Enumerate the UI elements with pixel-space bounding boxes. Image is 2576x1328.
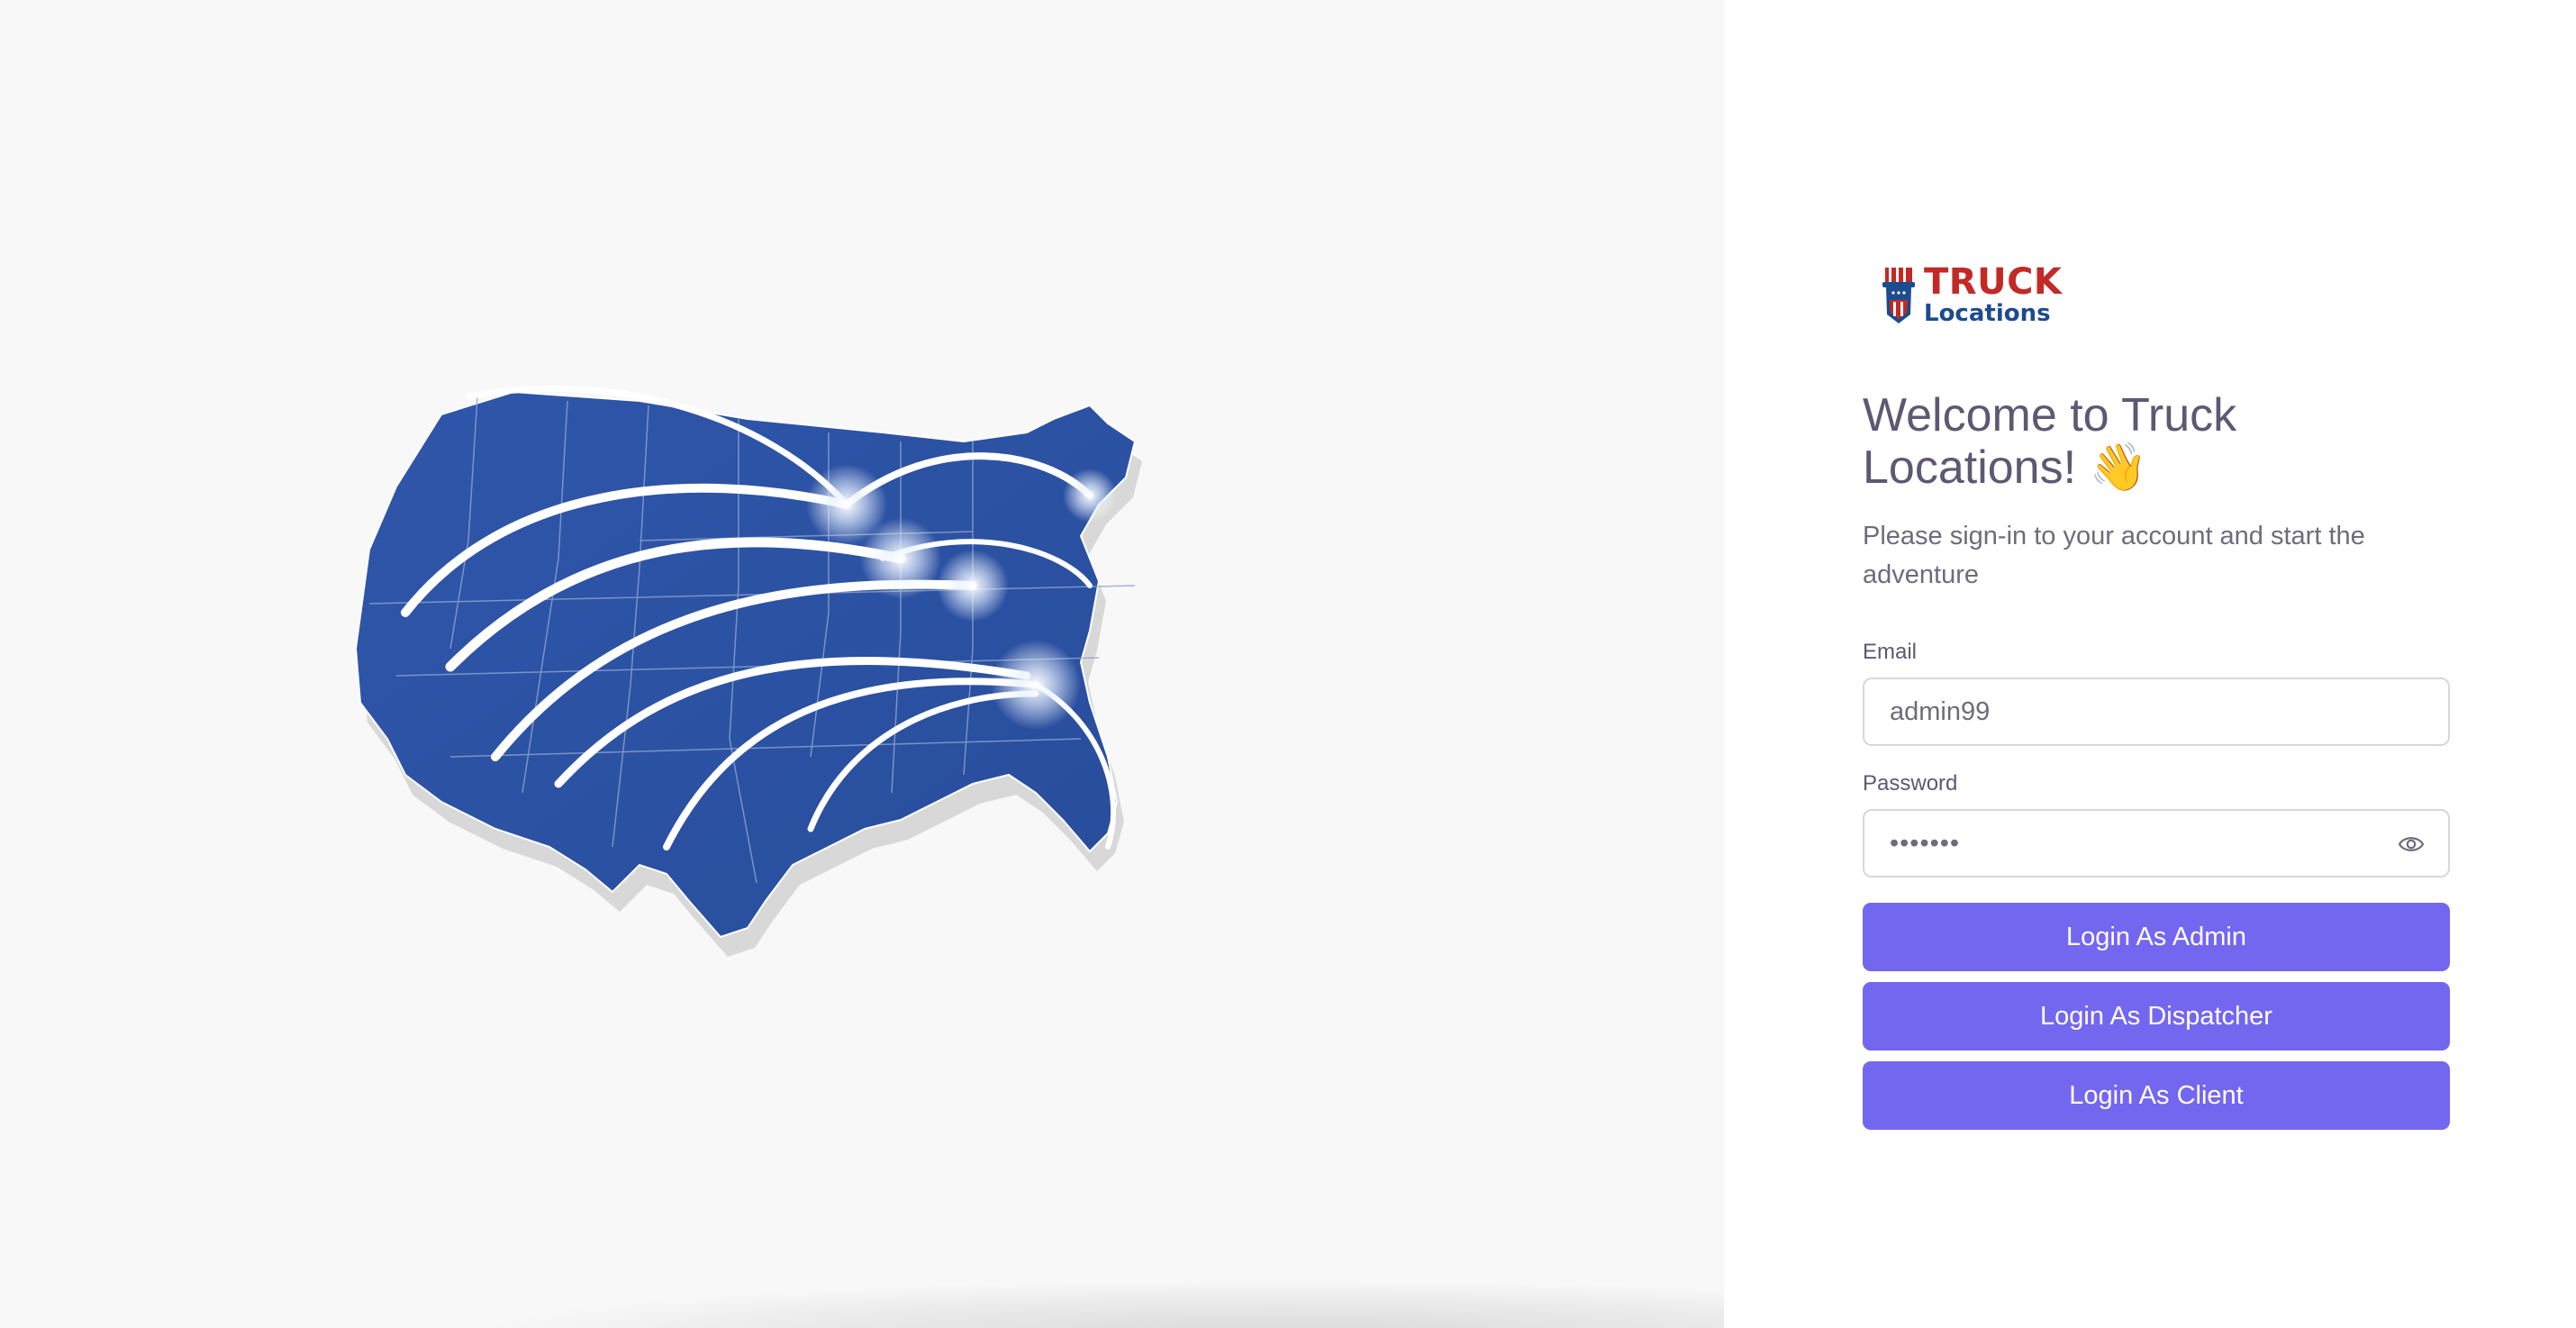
- email-field[interactable]: [1890, 696, 2423, 727]
- login-panel: TRUCK Locations Welcome to Truck Locatio…: [1724, 0, 2576, 1328]
- brand-name-line2: Locations: [1924, 300, 2051, 327]
- welcome-title: Welcome to Truck Locations! 👋: [1863, 389, 2237, 494]
- eye-icon[interactable]: [2398, 832, 2425, 856]
- login-page: TRUCK Locations Welcome to Truck Locatio…: [0, 0, 2576, 1328]
- login-as-dispatcher-button[interactable]: Login As Dispatcher: [1863, 982, 2450, 1051]
- illustration-panel: [0, 0, 1724, 1328]
- brand-logo[interactable]: TRUCK Locations: [1881, 259, 2450, 330]
- email-field-wrapper: [1863, 678, 2450, 746]
- login-as-client-button[interactable]: Login As Client: [1863, 1061, 2450, 1130]
- login-form: TRUCK Locations Welcome to Truck Locatio…: [1863, 259, 2450, 1130]
- uncle-sam-hat-logo-icon: [1882, 268, 1915, 323]
- login-as-admin-button[interactable]: Login As Admin: [1863, 903, 2450, 971]
- usa-map-illustration: [354, 385, 1142, 957]
- brand-name-line1: TRUCK: [1924, 261, 2063, 303]
- brand-wordmark: TRUCK Locations: [1924, 264, 2062, 325]
- password-label: Password: [1863, 771, 1958, 796]
- welcome-subtitle: Please sign-in to your account and start…: [1863, 522, 2365, 589]
- email-label: Email: [1863, 640, 1918, 664]
- password-field-wrapper: •••••••: [1863, 809, 2450, 878]
- password-field[interactable]: •••••••: [1890, 829, 1960, 859]
- floor-shadow: [468, 1279, 1724, 1328]
